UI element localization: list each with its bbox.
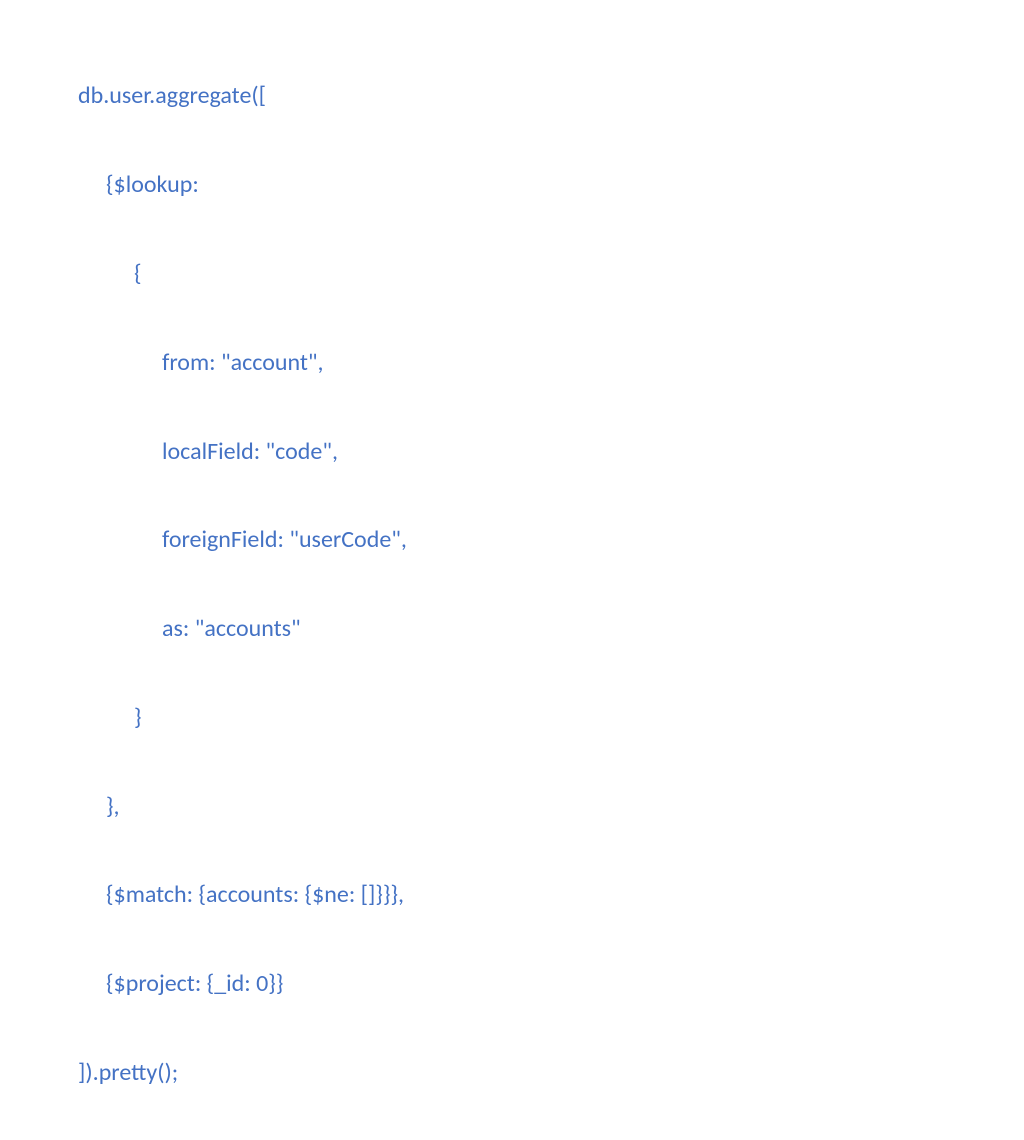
code-line: {$project: {_id: 0}} — [78, 962, 1024, 1006]
code-line: } — [78, 696, 1024, 740]
code-line: { — [78, 252, 1024, 296]
code-line: ]).pretty(); — [78, 1051, 1024, 1095]
code-line: {$match: {accounts: {$ne: []}}}, — [78, 873, 1024, 917]
code-line: {$lookup: — [78, 163, 1024, 207]
code-line: }, — [78, 785, 1024, 829]
code-line: from: "account", — [78, 341, 1024, 385]
code-line: db.user.aggregate([ — [78, 74, 1024, 118]
code-snippet: db.user.aggregate([ {$lookup: { from: "a… — [78, 30, 1024, 1140]
code-line: as: "accounts" — [78, 607, 1024, 651]
code-line: localField: "code", — [78, 430, 1024, 474]
code-line: foreignField: "userCode", — [78, 518, 1024, 562]
